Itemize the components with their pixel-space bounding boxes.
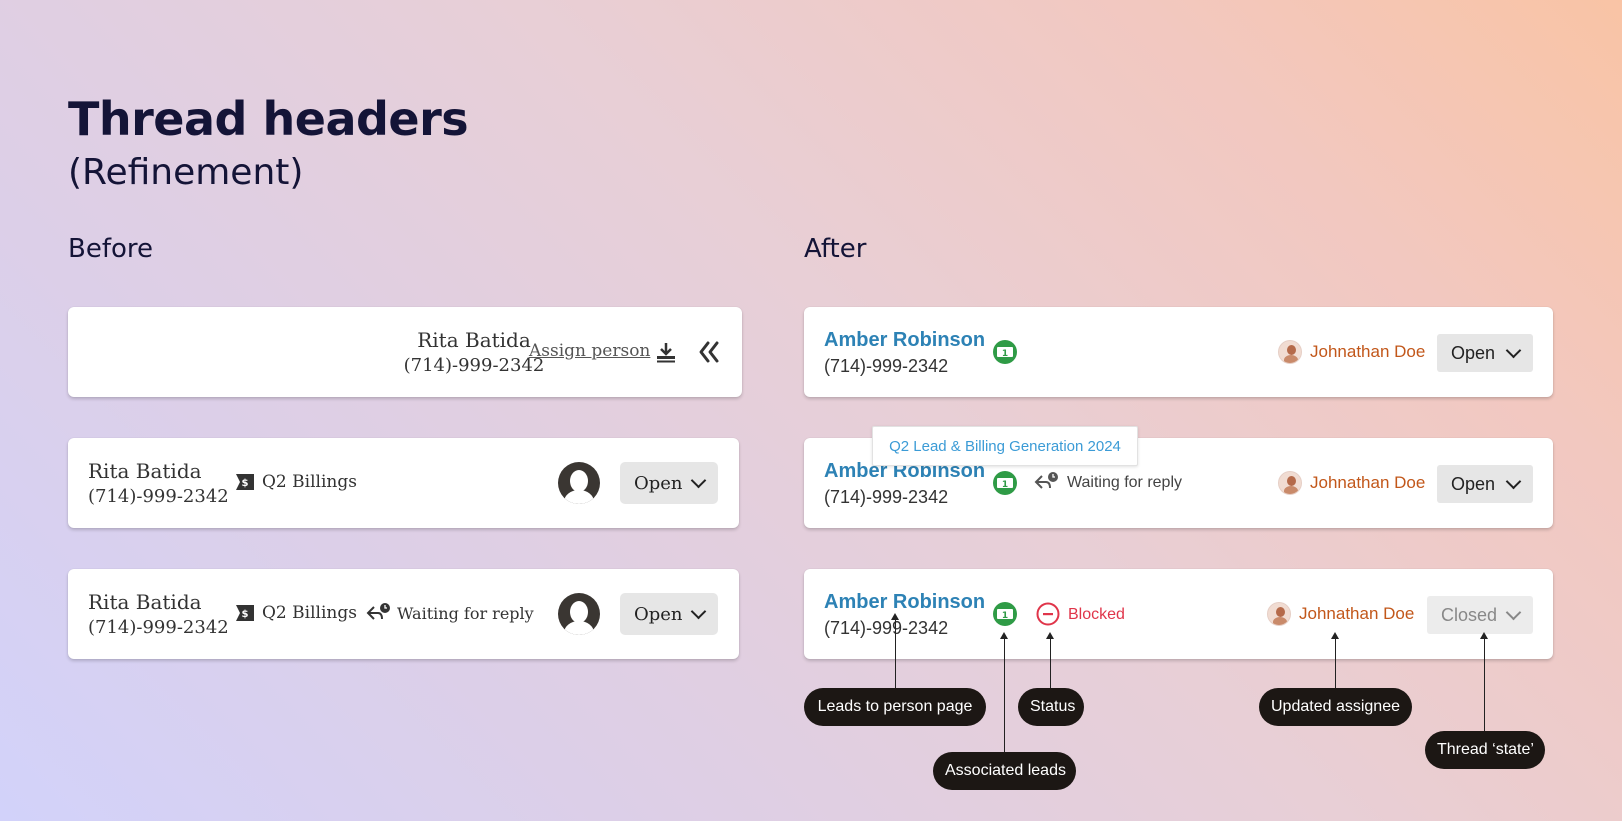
assignee-avatar — [1267, 602, 1291, 626]
collapse-double-chevron-icon[interactable] — [698, 340, 720, 364]
thread-state-label: Open — [1451, 473, 1496, 494]
contact-name-link[interactable]: Amber Robinson — [824, 591, 985, 614]
assignee[interactable]: Johnathan Doe — [1267, 602, 1414, 626]
chevron-down-icon — [1505, 342, 1522, 359]
chevron-down-icon — [1505, 473, 1522, 490]
reply-clock-icon — [366, 603, 390, 620]
reply-clock-icon — [1034, 472, 1058, 489]
thread-state-dropdown[interactable]: Open — [620, 462, 718, 504]
svg-text:1: 1 — [1002, 611, 1008, 620]
line-person — [895, 619, 896, 689]
campaign-tag: Q2 Billings — [262, 472, 357, 492]
before-thread-header-3: Rita Batida (714)-999-2342 $ Q2 Billings… — [68, 569, 739, 659]
assignee-avatar — [1278, 340, 1302, 364]
waiting-status: Waiting for reply — [397, 604, 534, 623]
callout-person-page: Leads to person page — [804, 688, 986, 726]
contact-phone: (714)-999-2342 — [88, 617, 229, 638]
avatar[interactable] — [558, 462, 600, 504]
contact-phone: (714)-999-2342 — [88, 486, 229, 507]
svg-text:1: 1 — [1002, 480, 1008, 489]
thread-state-dropdown[interactable]: Closed — [1427, 596, 1533, 634]
thread-state-label: Closed — [1441, 604, 1498, 625]
thread-state-label: Open — [634, 472, 683, 494]
contact-phone: (714)-999-2342 — [824, 356, 949, 376]
contact-phone: (714)-999-2342 — [824, 487, 949, 507]
billing-tag-icon: $ — [236, 605, 254, 621]
assignee[interactable]: Johnathan Doe — [1278, 340, 1425, 364]
before-thread-header-2: Rita Batida (714)-999-2342 $ Q2 Billings… — [68, 438, 739, 528]
associated-lead-icon[interactable]: 1 — [993, 471, 1017, 495]
chevron-down-icon — [1505, 604, 1522, 621]
line-state — [1484, 638, 1485, 734]
assignee-name: Johnathan Doe — [1310, 473, 1426, 492]
lead-tooltip: Q2 Lead & Billing Generation 2024 — [872, 426, 1138, 466]
assign-person-link[interactable]: Assign person — [529, 341, 650, 361]
contact-name: Rita Batida — [88, 459, 202, 483]
line-status — [1050, 638, 1051, 689]
chevron-down-icon — [690, 472, 707, 489]
waiting-status: Waiting for reply — [1067, 474, 1182, 491]
callout-status: Status — [1018, 688, 1084, 726]
after-thread-header-3: Amber Robinson (714)-999-2342 1 Blocked … — [804, 569, 1553, 659]
associated-lead-icon[interactable]: 1 — [993, 602, 1017, 626]
associated-lead-icon[interactable]: 1 — [993, 340, 1017, 364]
campaign-tag: Q2 Billings — [262, 603, 357, 623]
contact-name: Rita Batida — [88, 590, 202, 614]
line-assignee — [1335, 638, 1336, 689]
callout-assignee: Updated assignee — [1259, 688, 1412, 726]
callout-thread-state: Thread ‘state’ — [1425, 731, 1545, 769]
thread-state-dropdown[interactable]: Open — [1437, 334, 1533, 372]
thread-state-label: Open — [634, 603, 683, 625]
thread-state-dropdown[interactable]: Open — [620, 593, 718, 635]
assignee[interactable]: Johnathan Doe — [1278, 471, 1425, 495]
svg-text:$: $ — [242, 609, 249, 620]
assignee-name: Johnathan Doe — [1299, 604, 1415, 623]
blocked-icon — [1036, 602, 1060, 626]
thread-state-label: Open — [1451, 342, 1496, 363]
status-label: Blocked — [1068, 606, 1125, 623]
page-title: Thread headers — [68, 92, 469, 146]
assignee-name: Johnathan Doe — [1310, 342, 1426, 361]
before-heading: Before — [68, 234, 154, 264]
svg-text:1: 1 — [1002, 349, 1008, 358]
page-subtitle: (Refinement) — [68, 152, 304, 193]
before-thread-header-1: Rita Batida (714)-999-2342 Assign person — [68, 307, 742, 397]
callout-associated-leads: Associated leads — [933, 752, 1076, 790]
billing-tag-icon: $ — [236, 474, 254, 490]
thread-state-dropdown[interactable]: Open — [1437, 465, 1533, 503]
avatar[interactable] — [558, 593, 600, 635]
download-icon[interactable] — [655, 341, 677, 363]
contact-name-link[interactable]: Amber Robinson — [824, 329, 985, 352]
line-leads — [1004, 638, 1005, 752]
assignee-avatar — [1278, 471, 1302, 495]
after-thread-header-1: Amber Robinson (714)-999-2342 1 Johnatha… — [804, 307, 1553, 397]
after-heading: After — [804, 234, 867, 264]
chevron-down-icon — [690, 603, 707, 620]
contact-phone: (714)-999-2342 — [824, 618, 949, 638]
svg-text:$: $ — [242, 478, 249, 489]
